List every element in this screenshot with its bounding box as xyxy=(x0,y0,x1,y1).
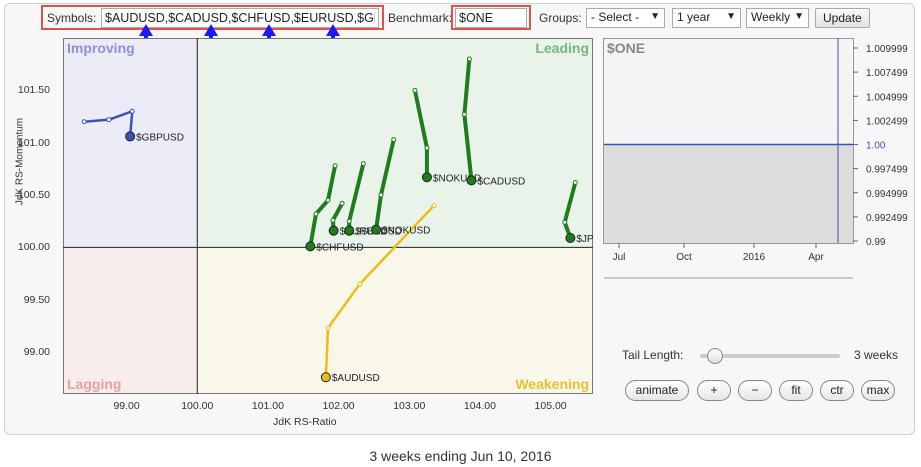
period-select[interactable]: 1 year ▼ xyxy=(672,8,741,28)
tail-point xyxy=(461,111,467,117)
chevron-down-icon: ▼ xyxy=(794,11,804,22)
tail-point xyxy=(391,137,397,143)
frequency-select[interactable]: Weekly ▼ xyxy=(746,8,809,28)
benchmark-y-tick-label: 1.009999 xyxy=(866,44,908,55)
groups-select[interactable]: - Select - ▼ xyxy=(586,8,665,28)
series-label: $GBPUSD xyxy=(136,132,184,143)
series-label: $CADUSD xyxy=(477,176,525,187)
series-head-point xyxy=(421,172,432,183)
tail-point xyxy=(129,108,135,114)
tail-point xyxy=(562,219,568,225)
tail-point xyxy=(572,179,578,185)
series-label: $JPYUSD xyxy=(576,234,593,245)
benchmark-x-tick-label: Oct xyxy=(676,252,692,263)
chevron-down-icon: ▼ xyxy=(650,11,660,22)
x-tick-label: 99.00 xyxy=(113,400,140,412)
x-tick-label: 102.00 xyxy=(322,400,355,412)
quadrant-weakening xyxy=(197,247,593,394)
benchmark-y-tick-label: 0.99 xyxy=(866,237,886,248)
tail-point xyxy=(357,281,363,287)
tail-point xyxy=(81,119,87,125)
symbols-label: Symbols: xyxy=(47,11,97,25)
update-button[interactable]: Update xyxy=(815,8,870,28)
quadrant-label-improving: Improving xyxy=(67,40,135,56)
x-tick-label: 100.00 xyxy=(181,400,214,412)
series-label: $AUDUSD xyxy=(332,373,380,384)
center-button[interactable]: ctr xyxy=(820,380,854,401)
x-tick-label: 101.00 xyxy=(251,400,284,412)
max-button[interactable]: max xyxy=(861,380,895,401)
tail-point xyxy=(325,325,331,331)
tail-length-label: Tail Length: xyxy=(622,348,684,362)
quadrant-label-leading: Leading xyxy=(535,40,589,56)
series-head-point xyxy=(344,225,355,236)
zoom-in-button[interactable]: + xyxy=(697,380,731,401)
y-tick-label: 101.50 xyxy=(17,84,50,97)
tail-length-value: 3 weeks xyxy=(854,348,899,362)
benchmark-y-tick-label: 0.997499 xyxy=(866,165,908,176)
quadrant-label-lagging: Lagging xyxy=(67,376,121,392)
x-tick-label: 103.00 xyxy=(393,400,426,412)
benchmark-title: $ONE xyxy=(607,40,645,56)
tail-point xyxy=(431,203,437,209)
benchmark-y-tick-label: 1.002499 xyxy=(866,116,908,127)
slider-thumb[interactable] xyxy=(707,348,723,364)
series-head-point xyxy=(328,225,339,236)
tail-point xyxy=(346,218,352,224)
chevron-down-icon: ▼ xyxy=(726,11,736,22)
tail-point xyxy=(332,163,338,169)
series-head-point xyxy=(125,131,136,142)
tail-point xyxy=(424,145,430,151)
quadrant-label-weakening: Weakening xyxy=(515,376,589,392)
tail-point xyxy=(325,197,331,203)
series-label: $NOKUSD xyxy=(382,226,430,237)
y-tick-label: 99.00 xyxy=(23,346,50,359)
fit-button[interactable]: fit xyxy=(779,380,813,401)
tail-point xyxy=(106,117,112,123)
groups-label: Groups: xyxy=(539,11,582,25)
benchmark-x-tick-label: Jul xyxy=(613,252,626,263)
series-head-point xyxy=(371,224,382,235)
benchmark-y-tick-label: 1.00 xyxy=(866,141,886,152)
benchmark-x-tick-label: 2016 xyxy=(743,252,766,263)
series-head-point xyxy=(466,175,477,186)
zoom-out-button[interactable]: − xyxy=(738,380,772,401)
y-tick-label: 99.50 xyxy=(23,293,50,306)
series-head-point xyxy=(305,241,316,252)
animate-button[interactable]: animate xyxy=(625,380,689,401)
quadrant-lagging xyxy=(63,247,198,394)
tail-point xyxy=(339,200,345,206)
y-tick-label: 100.00 xyxy=(17,241,50,254)
tail-length-slider[interactable] xyxy=(700,348,840,364)
y-axis-label: JdK RS-Momentum xyxy=(14,117,26,206)
benchmark-y-tick-label: 1.007499 xyxy=(866,68,908,79)
series-head-point xyxy=(565,232,576,243)
tail-point xyxy=(313,211,319,217)
benchmark-x-tick-label: Apr xyxy=(808,252,824,263)
frequency-selected: Weekly xyxy=(751,10,791,24)
benchmark-y-tick-label: 1.004999 xyxy=(866,92,908,103)
tail-point xyxy=(466,56,472,62)
tail-point xyxy=(412,87,418,93)
x-tick-label: 104.00 xyxy=(463,400,496,412)
groups-selected: - Select - xyxy=(591,10,640,24)
x-axis-label: JdK RS-Ratio xyxy=(273,416,337,428)
series-head-point xyxy=(320,372,331,383)
benchmark-input[interactable] xyxy=(455,8,527,28)
footer-caption: 3 weeks ending Jun 10, 2016 xyxy=(369,448,552,464)
tail-point xyxy=(378,192,384,198)
period-selected: 1 year xyxy=(677,10,711,24)
series-label: $CHFUSD xyxy=(316,242,363,253)
tail-point xyxy=(360,161,366,167)
rrg-chart[interactable]: Improving Leading Lagging Weakening $GBPUSD $… xyxy=(63,38,593,394)
x-tick-label: 105.00 xyxy=(534,400,567,412)
benchmark-chart: 1.009999 1.007499 1.004999 1.002499 1.00 0.99… xyxy=(603,38,908,279)
benchmark-area-fill xyxy=(604,144,853,243)
tail-point xyxy=(330,217,336,223)
benchmark-y-tick-label: 0.994999 xyxy=(866,189,908,200)
benchmark-y-tick-label: 0.992499 xyxy=(866,213,908,224)
quadrant-leading xyxy=(197,38,593,248)
benchmark-label: Benchmark: xyxy=(388,11,453,25)
